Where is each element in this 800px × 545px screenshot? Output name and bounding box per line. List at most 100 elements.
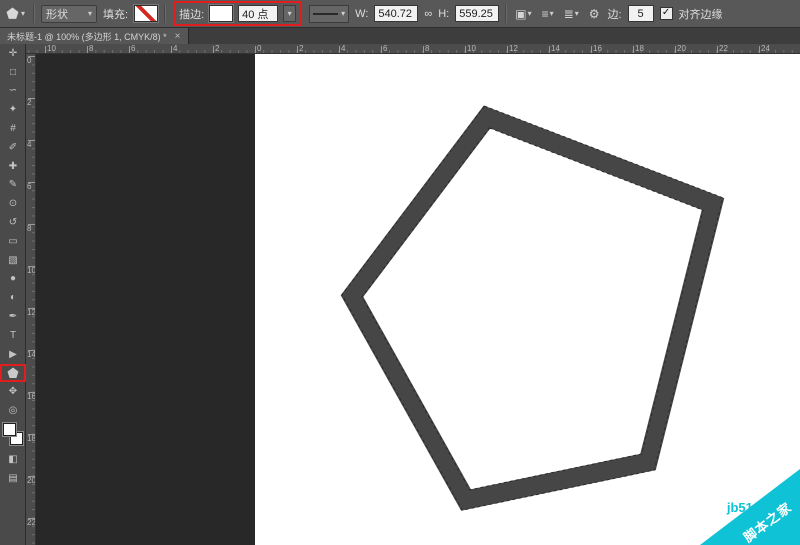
stroke-swatch[interactable]: [209, 5, 233, 22]
stroke-width-value: 40 点: [242, 6, 268, 22]
ruler-label: 2: [27, 98, 31, 107]
sides-value: 5: [637, 8, 643, 20]
ruler-label: 10: [47, 44, 56, 53]
dodge-tool[interactable]: ◐: [0, 288, 26, 307]
tools-panel: ✛□∽✦#✐✚✎⊙↺▭▧●◐✒T▶ ✥◎ ◧▤: [0, 44, 26, 545]
ruler-label: 20: [27, 476, 36, 485]
fill-label: 填充:: [103, 6, 128, 22]
sides-field[interactable]: 5: [628, 5, 654, 22]
brush-tool[interactable]: ✎: [0, 176, 26, 195]
ruler-label: 10: [27, 266, 36, 275]
tools-bottom: ◧▤: [0, 450, 25, 488]
chevron-down-icon: ▾: [288, 9, 292, 18]
stroke-width-field[interactable]: 40 点: [238, 5, 278, 22]
ruler-label: 6: [27, 182, 31, 191]
stroke-style-select[interactable]: ▾: [309, 5, 349, 23]
path-selection-tool[interactable]: ▶: [0, 345, 26, 364]
ruler-label: 22: [719, 44, 728, 53]
hand-tool[interactable]: ✥: [0, 382, 26, 401]
document-tab-bar: 未标题-1 @ 100% (多边形 1, CMYK/8) * ×: [0, 28, 800, 45]
path-alignment-button[interactable]: ≡ ▾: [540, 6, 556, 22]
tools-list: ✛□∽✦#✐✚✎⊙↺▭▧●◐✒T▶ ✥◎: [0, 44, 25, 420]
ruler-label: 0: [257, 44, 261, 53]
stroke-label: 描边:: [179, 6, 204, 22]
shape-width-field[interactable]: 540.72: [374, 5, 418, 22]
stroke-annotation-box: 描边: 40 点 ▾: [173, 1, 302, 26]
divider: [33, 5, 35, 23]
shape-width-value: 540.72: [378, 8, 412, 20]
eraser-tool[interactable]: ▭: [0, 232, 26, 251]
ruler-label: 16: [27, 392, 36, 401]
ruler-label: 4: [341, 44, 345, 53]
fill-swatch[interactable]: [134, 5, 158, 22]
ruler-label: 20: [677, 44, 686, 53]
sides-label: 边:: [607, 6, 621, 22]
ruler-label: 10: [467, 44, 476, 53]
crop-tool[interactable]: #: [0, 119, 26, 138]
align-edges-label: 对齐边缘: [679, 6, 723, 22]
ruler-label: 24: [761, 44, 770, 53]
ruler-label: 16: [593, 44, 602, 53]
ruler-label: 12: [27, 308, 36, 317]
path-alignment-icon: ≡: [542, 7, 549, 21]
options-bar: ▾ 形状 ▾ 填充: 描边: 40 点 ▾ ▾ W: 540.72 ∞: [0, 0, 800, 28]
height-label: H:: [438, 8, 449, 20]
shape-height-field[interactable]: 559.25: [455, 5, 499, 22]
shape-height-value: 559.25: [459, 8, 493, 20]
type-tool[interactable]: T: [0, 326, 26, 345]
tool-mode-select[interactable]: 形状 ▾: [41, 5, 97, 23]
ruler-label: 18: [635, 44, 644, 53]
divider: [505, 5, 507, 23]
pentagon-shape: [352, 117, 713, 500]
path-arrange-icon: ≣: [564, 7, 574, 21]
eyedropper-tool[interactable]: ✐: [0, 138, 26, 157]
foreground-color-swatch[interactable]: [3, 423, 16, 436]
ruler-label: 18: [27, 434, 36, 443]
stroke-width-dropdown[interactable]: ▾: [283, 5, 296, 22]
link-dimensions-icon[interactable]: ∞: [424, 8, 432, 20]
quick-selection-tool[interactable]: ✦: [0, 100, 26, 119]
ruler-label: 12: [509, 44, 518, 53]
chevron-down-icon: ▾: [528, 9, 532, 18]
ruler-label: 4: [173, 44, 177, 53]
ruler-label: 2: [215, 44, 219, 53]
path-arrange-button[interactable]: ≣ ▾: [562, 6, 581, 22]
screen-mode-button[interactable]: ▤: [0, 469, 26, 488]
gear-icon: ⚙: [589, 7, 600, 21]
close-tab-icon[interactable]: ×: [175, 31, 181, 42]
ruler-label: 8: [89, 44, 93, 53]
ruler-label: 6: [131, 44, 135, 53]
tool-mode-label: 形状: [46, 6, 68, 22]
path-operations-button[interactable]: ▣ ▾: [513, 6, 533, 22]
ruler-label: 2: [299, 44, 303, 53]
align-edges-checkbox[interactable]: ✓: [660, 7, 673, 20]
vertical-ruler[interactable]: 0246810121416182022: [26, 54, 36, 545]
horizontal-ruler[interactable]: 10864202468101214161820222426: [26, 44, 800, 54]
chevron-down-icon: ▾: [21, 9, 25, 18]
move-tool[interactable]: ✛: [0, 44, 26, 63]
quick-mask-button[interactable]: ◧: [0, 450, 26, 469]
marquee-tool[interactable]: □: [0, 63, 26, 82]
chevron-down-icon: ▾: [88, 9, 92, 18]
chevron-down-icon: ▾: [575, 9, 579, 18]
canvas-svg: [36, 54, 800, 545]
ruler-label: 14: [551, 44, 560, 53]
pen-tool[interactable]: ✒: [0, 307, 26, 326]
stroke-style-line-icon: [313, 13, 338, 15]
polygon-shape-tool[interactable]: [0, 364, 26, 383]
gradient-tool[interactable]: ▧: [0, 251, 26, 270]
ruler-label: 8: [425, 44, 429, 53]
zoom-tool[interactable]: ◎: [0, 401, 26, 420]
current-tool-button[interactable]: ▾: [4, 5, 27, 22]
history-brush-tool[interactable]: ↺: [0, 213, 26, 232]
path-operations-icon: ▣: [515, 7, 526, 21]
divider: [164, 5, 166, 23]
spot-healing-tool[interactable]: ✚: [0, 157, 26, 176]
geometry-options-button[interactable]: ⚙: [587, 6, 602, 22]
document-tab[interactable]: 未标题-1 @ 100% (多边形 1, CMYK/8) * ×: [0, 28, 189, 44]
lasso-tool[interactable]: ∽: [0, 82, 26, 101]
photoshop-window: ▾ 形状 ▾ 填充: 描边: 40 点 ▾ ▾ W: 540.72 ∞: [0, 0, 800, 545]
blur-tool[interactable]: ●: [0, 270, 26, 289]
clone-stamp-tool[interactable]: ⊙: [0, 194, 26, 213]
chevron-down-icon: ▾: [341, 9, 345, 18]
